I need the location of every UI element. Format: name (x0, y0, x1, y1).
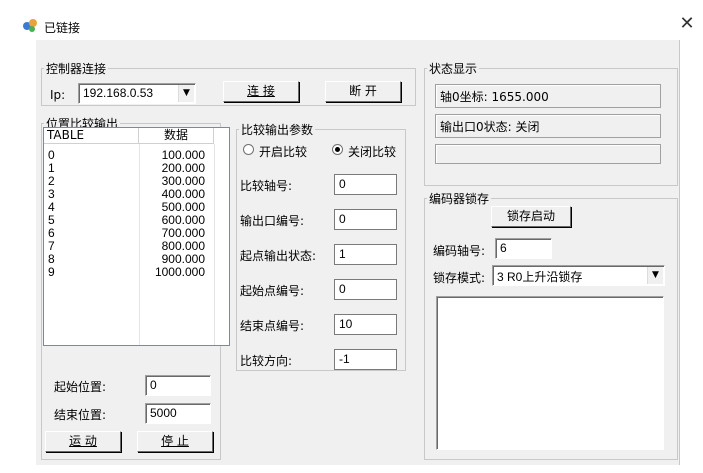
window-title: 已链接 (44, 21, 81, 35)
encoder-axis-input[interactable]: 6 (495, 238, 552, 259)
controller-connect-legend: 控制器连接 (46, 62, 107, 76)
app-icon (23, 19, 37, 32)
encoder-axis-label: 编码轴号: (433, 244, 486, 258)
close-icon[interactable]: ✕ (679, 14, 695, 34)
encoder-latch-legend: 编码器锁存 (429, 192, 490, 206)
latch-mode-label: 锁存模式: (433, 271, 486, 285)
connect-button-label: 连 接 (247, 84, 275, 98)
chevron-down-icon[interactable]: ▼ (647, 267, 663, 284)
enable-compare-radio[interactable] (243, 144, 254, 155)
status-extra-display (435, 144, 661, 164)
compare-table-header: TABLE 数据 (44, 128, 214, 144)
compare-axis-input[interactable]: 0 (334, 174, 397, 195)
latch-mode-select-value: 3 R0上升沿锁存 (497, 270, 583, 284)
latch-start-button[interactable]: 锁存启动 (491, 206, 571, 227)
start-position-input[interactable]: 0 (145, 375, 211, 396)
table-column-divider (139, 144, 140, 345)
enable-compare-label[interactable]: 开启比较 (259, 143, 307, 160)
compare-direction-label: 比较方向: (240, 354, 293, 368)
end-position-label: 结束位置: (54, 408, 107, 422)
title-bar (0, 0, 703, 40)
end-position-input[interactable]: 5000 (145, 403, 211, 424)
output-number-input[interactable]: 0 (334, 209, 397, 230)
output-number-label: 输出口编号: (240, 214, 305, 228)
start-position-label: 起始位置: (54, 380, 107, 394)
start-output-state-input[interactable]: 1 (334, 244, 397, 265)
table-column-divider (214, 144, 215, 345)
latch-mode-select[interactable]: 3 R0上升沿锁存 ▼ (492, 265, 665, 286)
disconnect-button[interactable]: 断 开 (325, 81, 401, 102)
latch-start-button-label: 锁存启动 (506, 209, 555, 223)
move-button[interactable]: 运 动 (45, 431, 121, 452)
axis0-coordinate-display: 轴0坐标: 1655.000 (435, 84, 661, 108)
stop-button[interactable]: 停 止 (137, 431, 213, 452)
status-legend: 状态显示 (429, 62, 478, 76)
disable-compare-label[interactable]: 关闭比较 (348, 143, 396, 160)
compare-axis-label: 比较轴号: (240, 179, 293, 193)
compare-params-legend: 比较输出参数 (241, 123, 314, 137)
ip-label: Ip: (50, 88, 66, 102)
output0-state-display: 输出口0状态: 关闭 (435, 114, 661, 138)
disable-compare-radio[interactable] (332, 144, 343, 155)
connect-button[interactable]: 连 接 (223, 81, 299, 102)
column-header-table[interactable]: TABLE (44, 128, 139, 144)
start-output-state-label: 起点输出状态: (240, 249, 317, 263)
compare-direction-input[interactable]: -1 (334, 349, 397, 370)
end-point-label: 结束点编号: (240, 319, 305, 333)
column-header-data[interactable]: 数据 (139, 128, 214, 144)
latch-result-list[interactable] (436, 296, 664, 450)
end-point-input[interactable]: 10 (334, 314, 397, 335)
disconnect-button-label: 断 开 (349, 84, 377, 98)
compare-table[interactable]: TABLE 数据 0 100.000 1 200.000 2 300.000 3 400… (43, 127, 230, 346)
move-button-label: 运 动 (69, 434, 97, 448)
chevron-down-icon[interactable]: ▼ (178, 85, 194, 102)
start-point-label: 起始点编号: (240, 284, 305, 298)
start-point-input[interactable]: 0 (334, 279, 397, 300)
stop-button-label: 停 止 (161, 434, 189, 448)
ip-select-value: 192.168.0.53 (83, 86, 154, 100)
ip-select[interactable]: 192.168.0.53 ▼ (78, 83, 196, 104)
